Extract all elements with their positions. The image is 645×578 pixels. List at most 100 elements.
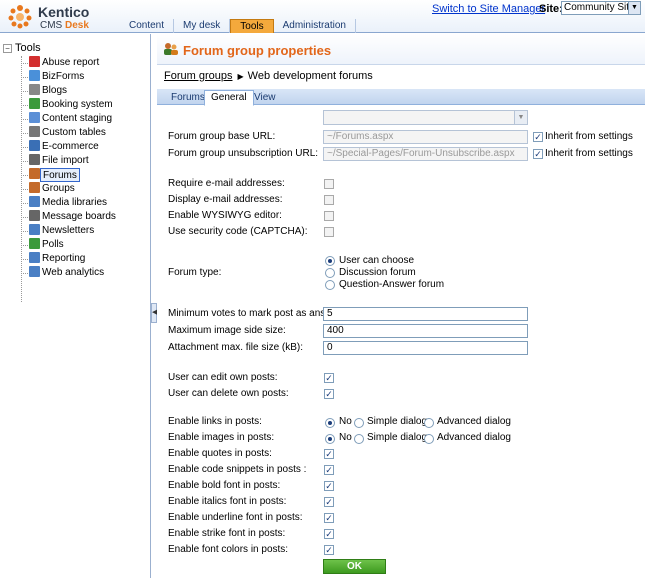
base-url-input[interactable]: ~/Forums.aspx xyxy=(323,130,528,144)
forum-type-option-label: Question-Answer forum xyxy=(339,279,445,290)
tree-item-booking-system[interactable]: Booking system xyxy=(29,98,113,112)
captcha-label: Use security code (CAPTCHA): xyxy=(168,226,308,237)
max-image-input[interactable]: 400 xyxy=(323,324,528,338)
breadcrumb-forum-groups-link[interactable]: Forum groups xyxy=(164,70,232,82)
tree-item-web-analytics[interactable]: Web analytics xyxy=(29,266,104,280)
file-import-icon xyxy=(29,154,40,165)
reporting-icon xyxy=(29,252,40,263)
custom-tables-icon xyxy=(29,126,40,137)
italics-checkbox[interactable]: ✓ xyxy=(324,497,334,507)
tree-connector xyxy=(21,189,28,190)
tree-item-label: Custom tables xyxy=(42,127,106,138)
tab-my-desk[interactable]: My desk xyxy=(174,19,231,33)
attachment-size-input[interactable]: 0 xyxy=(323,341,528,355)
kentico-flower-icon xyxy=(8,5,32,29)
tree-item-groups[interactable]: Groups xyxy=(29,182,75,196)
images-option-simple: Simple dialog xyxy=(367,432,428,443)
forum-type-label: Forum type: xyxy=(168,267,222,278)
tree-item-content-staging[interactable]: Content staging xyxy=(29,112,112,126)
chevron-down-icon: ▼ xyxy=(628,2,640,14)
delete-posts-checkbox[interactable]: ✓ xyxy=(324,389,334,399)
tree-item-media-libraries[interactable]: Media libraries xyxy=(29,196,107,210)
captcha-checkbox[interactable] xyxy=(324,227,334,237)
tab-administration[interactable]: Administration xyxy=(274,19,356,33)
tree-item-reporting[interactable]: Reporting xyxy=(29,252,85,266)
images-radio-advanced[interactable] xyxy=(424,434,434,444)
bold-checkbox[interactable]: ✓ xyxy=(324,481,334,491)
base-url-inherit-label: Inherit from settings xyxy=(545,131,633,142)
images-label: Enable images in posts: xyxy=(168,432,275,443)
edit-posts-checkbox[interactable]: ✓ xyxy=(324,373,334,383)
tree-item-label: BizForms xyxy=(42,71,85,82)
bold-label: Enable bold font in posts: xyxy=(168,480,281,491)
page-title: Forum group properties xyxy=(183,43,332,58)
tree-connector xyxy=(21,105,28,106)
forum-type-radio-qa[interactable] xyxy=(325,280,335,290)
tree-item-custom-tables[interactable]: Custom tables xyxy=(29,126,106,140)
attachment-size-label: Attachment max. file size (kB): xyxy=(168,342,304,353)
tree-item-abuse-report[interactable]: Abuse report xyxy=(29,56,99,70)
tree-item-bizforms[interactable]: BizForms xyxy=(29,70,84,84)
unsub-url-input[interactable]: ~/Special-Pages/Forum-Unsubscribe.aspx xyxy=(323,147,528,161)
chevron-down-icon: ▼ xyxy=(514,111,527,124)
product-prefix: CMS xyxy=(40,20,63,31)
tab-tools[interactable]: Tools xyxy=(230,19,274,33)
forums-icon xyxy=(29,168,40,179)
unsub-url-inherit-checkbox[interactable]: ✓ xyxy=(533,149,543,159)
code-snippets-checkbox[interactable]: ✓ xyxy=(324,465,334,475)
tree-root-tools[interactable]: − Tools xyxy=(3,42,41,54)
links-radio-simple[interactable] xyxy=(354,418,364,428)
tree-connector xyxy=(21,147,28,148)
images-option-advanced: Advanced dialog xyxy=(437,432,511,443)
tree-item-file-import[interactable]: File import xyxy=(29,154,89,168)
require-email-checkbox[interactable] xyxy=(324,179,334,189)
base-url-inherit-checkbox[interactable]: ✓ xyxy=(533,132,543,142)
tree-item-label: Groups xyxy=(42,183,75,194)
tree-item-e-commerce[interactable]: E-commerce xyxy=(29,140,99,154)
font-colors-checkbox[interactable]: ✓ xyxy=(324,545,334,555)
breadcrumb-separator-icon: ▶ xyxy=(237,72,244,81)
wysiwyg-checkbox[interactable] xyxy=(324,211,334,221)
blogs-icon xyxy=(29,84,40,95)
unsub-url-label: Forum group unsubscription URL: xyxy=(168,148,319,159)
images-radio-no[interactable] xyxy=(325,434,335,444)
tree-item-label: Blogs xyxy=(42,85,68,96)
collapse-icon[interactable]: − xyxy=(3,43,12,53)
strike-checkbox[interactable]: ✓ xyxy=(324,529,334,539)
max-image-label: Maximum image side size: xyxy=(168,325,286,336)
subtab-view[interactable]: View xyxy=(248,92,282,105)
min-votes-input[interactable]: 5 xyxy=(323,307,528,321)
tree-item-polls[interactable]: Polls xyxy=(29,238,64,252)
ecommerce-icon xyxy=(29,140,40,151)
links-option-simple: Simple dialog xyxy=(367,416,428,427)
tree-item-newsletters[interactable]: Newsletters xyxy=(29,224,94,238)
tree-item-forums[interactable]: Forums xyxy=(29,168,80,182)
images-radio-simple[interactable] xyxy=(354,434,364,444)
wysiwyg-label: Enable WYSIWYG editor: xyxy=(168,210,282,221)
underline-checkbox[interactable]: ✓ xyxy=(324,513,334,523)
quotes-checkbox[interactable]: ✓ xyxy=(324,449,334,459)
tree-item-label: Reporting xyxy=(42,253,86,264)
forums-icon xyxy=(164,43,178,55)
tree-item-label: Booking system xyxy=(42,99,113,110)
underline-label: Enable underline font in posts: xyxy=(168,512,303,523)
forum-type-radio-user-choose[interactable] xyxy=(325,256,335,266)
tree-connector xyxy=(21,203,28,204)
links-radio-advanced[interactable] xyxy=(424,418,434,428)
tree-item-message-boards[interactable]: Message boards xyxy=(29,210,116,224)
subtab-general[interactable]: General xyxy=(204,90,254,106)
tree-connector xyxy=(21,231,28,232)
tree-item-blogs[interactable]: Blogs xyxy=(29,84,67,98)
ok-button[interactable]: OK xyxy=(323,559,386,574)
links-radio-no[interactable] xyxy=(325,418,335,428)
display-email-checkbox[interactable] xyxy=(324,195,334,205)
forum-type-radio-discussion[interactable] xyxy=(325,268,335,278)
switch-to-site-manager-link[interactable]: Switch to Site Manager xyxy=(432,3,545,15)
product-name: CMS Desk xyxy=(40,20,89,31)
web-analytics-icon xyxy=(29,266,40,277)
app-header: Kentico CMS Desk Switch to Site Manager … xyxy=(0,0,645,33)
site-select[interactable]: Community Site ▼ xyxy=(561,1,641,15)
code-snippets-label: Enable code snippets in posts : xyxy=(168,464,307,475)
tab-content[interactable]: Content xyxy=(120,19,175,33)
forum-group-select[interactable]: ▼ xyxy=(323,110,528,125)
